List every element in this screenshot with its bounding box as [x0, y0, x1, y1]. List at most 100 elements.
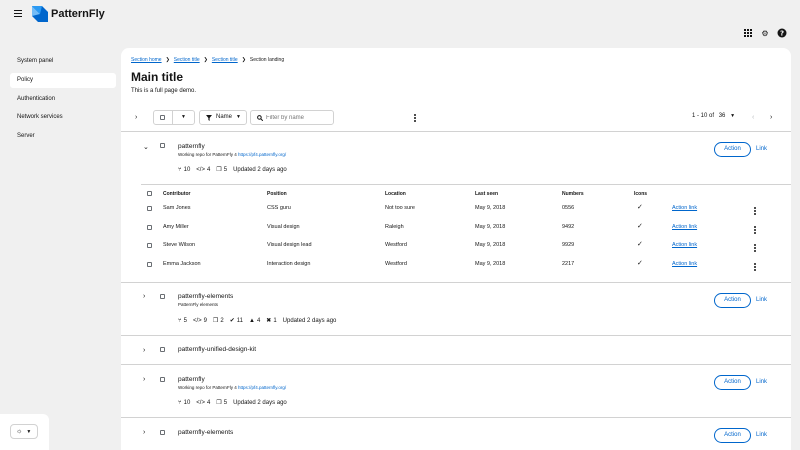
- nested-row-checkbox[interactable]: [147, 225, 152, 230]
- action-link[interactable]: Action link: [672, 224, 697, 230]
- search-input[interactable]: [266, 113, 330, 122]
- cell-numbers: 2217: [562, 261, 575, 267]
- cell-position: Visual design lead: [267, 242, 312, 248]
- cell-location: Westford: [385, 242, 407, 248]
- code-branch-icon: ⑂: [178, 399, 182, 406]
- expand-all-chevron-icon[interactable]: ›: [135, 114, 137, 121]
- row-checkbox[interactable]: [160, 347, 165, 352]
- row-title: patternfly-unified-design-kit: [178, 346, 257, 353]
- filter-attribute-dropdown[interactable]: Name ▼: [199, 110, 247, 125]
- sidebar-item-network-services[interactable]: Network services: [10, 110, 116, 125]
- action-button[interactable]: Action: [714, 375, 751, 390]
- page-title: Main title: [131, 70, 184, 84]
- row-kebab-icon[interactable]: [754, 244, 757, 253]
- nested-table-top-divider: [141, 184, 791, 185]
- sidebar-item-server[interactable]: Server: [10, 129, 116, 144]
- row-link[interactable]: Link: [756, 432, 767, 438]
- row-description-link[interactable]: https://pf4.patternfly.org/: [238, 385, 286, 390]
- code-count: 4: [206, 166, 211, 173]
- filter-icon: [206, 115, 212, 121]
- expand-row-chevron-icon[interactable]: ›: [143, 376, 145, 383]
- sidebar-item-policy[interactable]: Policy: [10, 73, 116, 88]
- column-header-location[interactable]: Location: [385, 191, 406, 197]
- theme-toggle-button[interactable]: ☼ ▼: [10, 424, 38, 439]
- cell-contributor: Amy Miller: [163, 224, 189, 230]
- cell-numbers: 9492: [562, 224, 575, 230]
- cell-contributor: Emma Jackson: [163, 261, 201, 267]
- cell-last-seen: May 9, 2018: [475, 205, 506, 211]
- checks-count: 11: [236, 317, 243, 324]
- row-stats: ⑂ 10 </> 4 ❒ 5 Updated 2 days ago: [178, 166, 287, 174]
- gear-icon[interactable]: ⚙: [760, 29, 770, 39]
- cell-location: Raleigh: [385, 224, 404, 230]
- filter-attribute-label: Name: [216, 114, 233, 120]
- nested-row-checkbox[interactable]: [147, 243, 152, 248]
- pagination-next-icon[interactable]: ›: [770, 114, 772, 121]
- expand-row-chevron-icon[interactable]: ›: [143, 429, 145, 436]
- copies-stat: ❒ 2: [212, 317, 224, 325]
- breadcrumb-link-home[interactable]: Section home: [131, 57, 162, 63]
- caret-down-icon[interactable]: ▼: [181, 114, 186, 120]
- row-kebab-icon[interactable]: [754, 226, 757, 235]
- pagination-of: of: [709, 113, 715, 119]
- action-link[interactable]: Action link: [672, 242, 697, 248]
- cell-contributor: Sam Jones: [163, 205, 191, 211]
- nested-select-all-checkbox[interactable]: [147, 191, 152, 196]
- column-header-icons[interactable]: Icons: [634, 191, 647, 197]
- row-description-link[interactable]: https://pf4.patternfly.org/: [238, 152, 286, 157]
- column-header-contributor[interactable]: Contributor: [163, 191, 191, 197]
- patternfly-logo[interactable]: [32, 6, 48, 22]
- bulk-select-checkbox[interactable]: [160, 115, 165, 120]
- row-divider: [121, 417, 791, 418]
- chevron-right-icon: ❯: [165, 57, 170, 63]
- row-checkbox[interactable]: [160, 430, 165, 435]
- action-link[interactable]: Action link: [672, 261, 697, 267]
- row-link[interactable]: Link: [756, 146, 767, 152]
- branches-stat: ⑂ 5: [178, 318, 187, 324]
- row-link[interactable]: Link: [756, 297, 767, 303]
- pagination-range: 1 - 10: [692, 113, 708, 119]
- row-checkbox[interactable]: [160, 143, 165, 148]
- nested-row-checkbox[interactable]: [147, 262, 152, 267]
- row-checkbox[interactable]: [160, 294, 165, 299]
- row-kebab-icon[interactable]: [754, 263, 757, 272]
- toolbar-kebab-icon[interactable]: [414, 114, 417, 123]
- hamburger-menu-icon[interactable]: [14, 10, 22, 18]
- column-header-numbers[interactable]: Numbers: [562, 191, 584, 197]
- sidebar-item-authentication[interactable]: Authentication: [10, 92, 116, 107]
- apps-grid-icon[interactable]: [743, 28, 753, 38]
- column-header-position[interactable]: Position: [267, 191, 287, 197]
- check-circle-icon: ✔: [229, 318, 235, 324]
- cube-icon: ❒: [212, 318, 219, 324]
- cube-icon: ❒: [216, 400, 222, 406]
- row-link[interactable]: Link: [756, 379, 767, 385]
- action-button[interactable]: Action: [714, 428, 751, 443]
- updated-text: Updated 2 days ago: [282, 317, 337, 324]
- help-icon[interactable]: ?: [777, 28, 787, 38]
- action-button[interactable]: Action: [714, 142, 751, 157]
- code-branch-icon: ⑂: [178, 166, 182, 173]
- action-button[interactable]: Action: [714, 293, 751, 308]
- pagination-prev-icon[interactable]: ‹: [752, 114, 754, 121]
- breadcrumb-link-section-1[interactable]: Section title: [174, 57, 200, 63]
- pagination-toggle[interactable]: 1 - 10 of 36 ▼: [692, 113, 735, 119]
- expand-row-chevron-icon[interactable]: ›: [143, 293, 145, 300]
- row-checkbox[interactable]: [160, 377, 165, 382]
- row-title: patternfly-elements: [178, 293, 234, 300]
- copies-stat: ❒ 5: [216, 399, 227, 407]
- expand-row-chevron-icon[interactable]: ›: [143, 347, 145, 354]
- row-title: patternfly: [178, 143, 205, 150]
- search-input-wrapper[interactable]: [250, 110, 334, 125]
- errors-stat: ✖ 1: [266, 317, 276, 325]
- row-stats: ⑂ 10 </> 4 ❒ 5 Updated 2 days ago: [178, 399, 287, 407]
- row-kebab-icon[interactable]: [754, 207, 757, 216]
- action-link[interactable]: Action link: [672, 205, 697, 211]
- sidebar-item-system-panel[interactable]: System panel: [10, 54, 116, 69]
- breadcrumb-link-section-2[interactable]: Section title: [212, 57, 238, 63]
- collapse-row-chevron-icon[interactable]: ⌄: [143, 144, 149, 151]
- bulk-select[interactable]: ▼: [153, 110, 195, 125]
- cube-icon: ❒: [216, 167, 222, 173]
- nested-row-checkbox[interactable]: [147, 206, 152, 211]
- sidebar-nav: System panel Policy Authentication Netwo…: [0, 48, 120, 450]
- column-header-last-seen[interactable]: Last seen: [475, 191, 498, 197]
